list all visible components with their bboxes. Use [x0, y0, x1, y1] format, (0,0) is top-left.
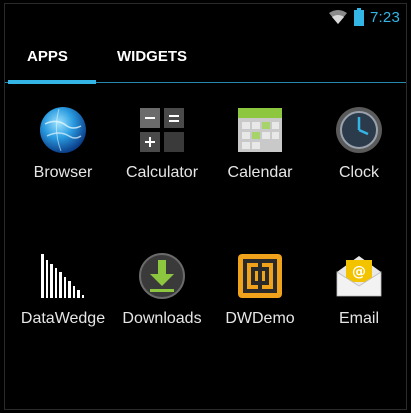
barcode-icon [41, 254, 85, 298]
download-icon [139, 253, 185, 299]
app-downloads[interactable]: Downloads [112, 250, 212, 328]
app-calendar[interactable]: Calendar [210, 104, 310, 182]
dwdemo-icon [238, 254, 282, 298]
calendar-icon [238, 108, 282, 152]
calculator-icon [140, 108, 184, 152]
status-bar: 7:23 [5, 4, 406, 30]
svg-text:@: @ [352, 264, 366, 280]
tab-widgets[interactable]: WIDGETS [117, 48, 187, 65]
status-time: 7:23 [370, 8, 400, 26]
app-browser[interactable]: Browser [13, 104, 113, 182]
globe-icon [40, 107, 86, 153]
app-dwdemo[interactable]: DWDemo [210, 250, 310, 328]
app-label: Clock [338, 164, 379, 181]
app-label: DataWedge [20, 310, 106, 327]
app-label: DWDemo [225, 310, 295, 327]
app-label: Browser [33, 164, 93, 181]
clock-icon [336, 107, 382, 153]
app-label: Downloads [122, 310, 202, 327]
battery-icon [354, 8, 364, 26]
tab-bar: APPS WIDGETS [5, 44, 406, 86]
app-drawer: 7:23 APPS WIDGETS Browser Calculator Cal… [4, 3, 407, 410]
wifi-icon [329, 10, 347, 24]
app-label: Calculator [125, 164, 199, 181]
app-clock[interactable]: Clock [309, 104, 409, 182]
app-email[interactable]: @ Email [309, 250, 409, 328]
tab-selected-indicator [8, 80, 96, 84]
app-datawedge[interactable]: DataWedge [13, 250, 113, 328]
app-calculator[interactable]: Calculator [112, 104, 212, 182]
app-label: Email [338, 310, 379, 327]
tab-apps[interactable]: APPS [27, 48, 68, 65]
status-icons: 7:23 [328, 8, 400, 26]
app-label: Calendar [227, 164, 293, 181]
email-icon: @ [336, 256, 382, 297]
